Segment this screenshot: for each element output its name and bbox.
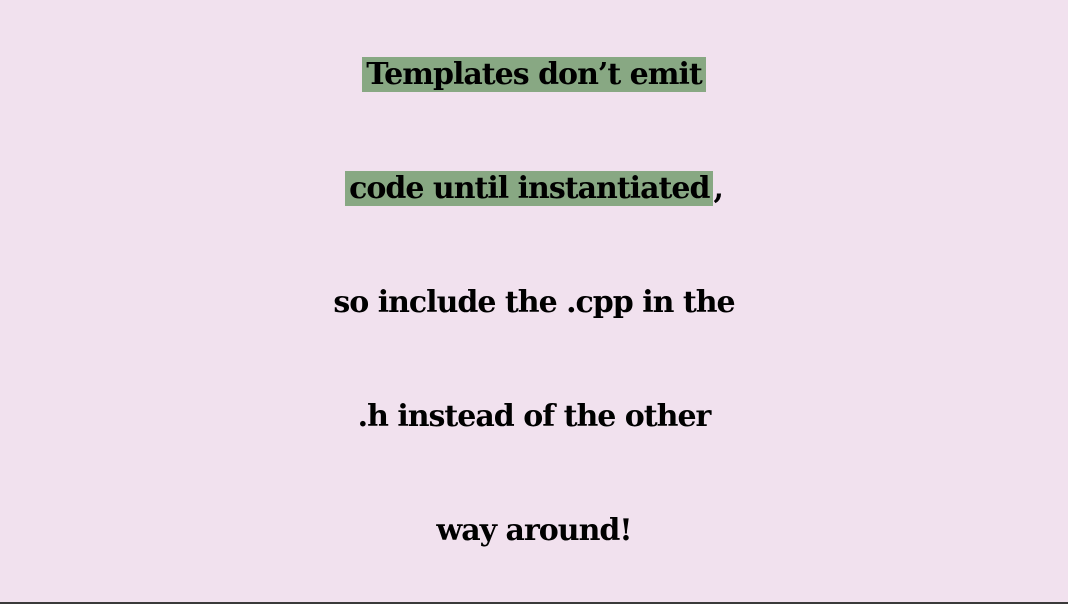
plain-text: .h instead of the other <box>357 399 712 434</box>
plain-text: way around! <box>436 513 632 548</box>
text-line-5: way around! <box>0 481 1068 581</box>
text-line-4: .h instead of the other <box>0 367 1068 467</box>
slide: Templates don’t emit code until instanti… <box>0 0 1068 602</box>
text-line-1: Templates don’t emit <box>0 25 1068 125</box>
highlighted-text: Templates don’t emit <box>362 57 706 92</box>
text-line-3: so include the .cpp in the <box>0 253 1068 353</box>
highlighted-text: code until instantiated <box>345 171 714 206</box>
plain-text: , <box>713 171 724 206</box>
plain-text: so include the .cpp in the <box>333 285 735 320</box>
text-line-2: code until instantiated, <box>0 139 1068 239</box>
